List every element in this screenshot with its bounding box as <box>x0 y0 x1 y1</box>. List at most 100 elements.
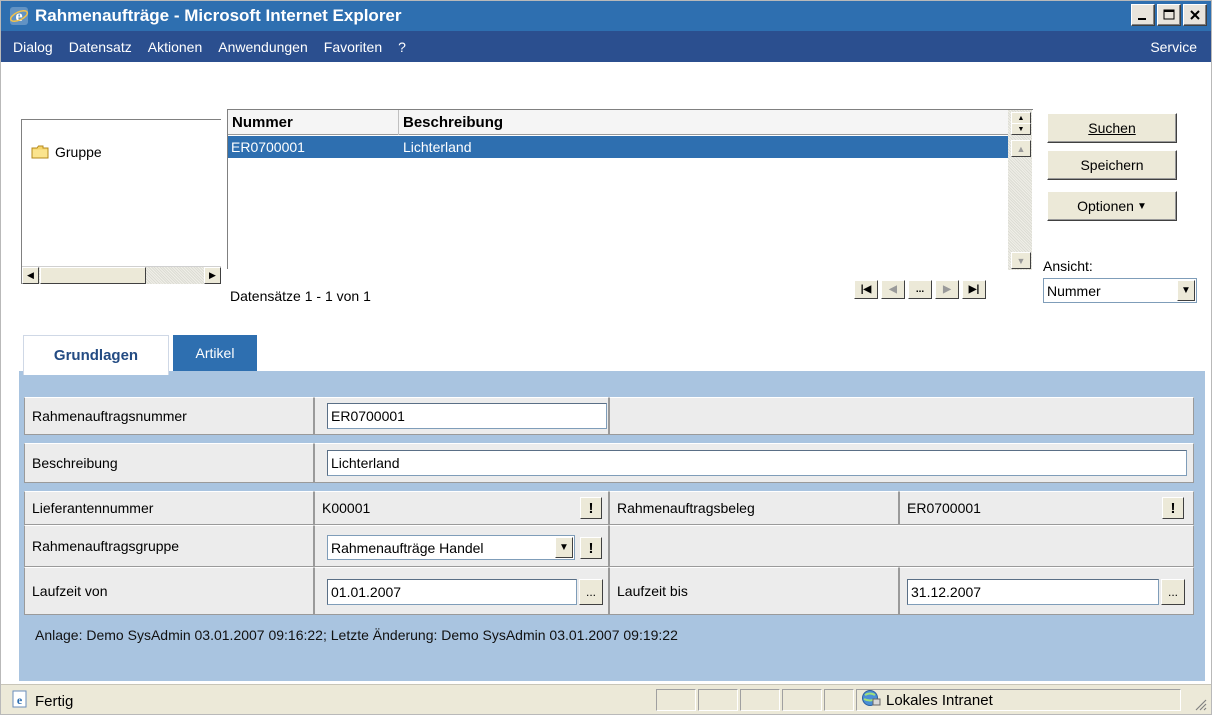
laufzeit-von-picker-button[interactable]: ... <box>579 579 603 605</box>
first-page-icon: |◀ <box>860 284 872 295</box>
scroll-up-button[interactable]: ▲ <box>1011 140 1031 157</box>
scroll-down-button[interactable]: ▼ <box>1011 252 1031 269</box>
menu-datensatz[interactable]: Datensatz <box>69 39 132 55</box>
security-zone: Lokales Intranet <box>861 689 993 711</box>
label-rahmenauftragsbeleg: Rahmenauftragsbeleg <box>609 491 899 525</box>
tree-item-label: Gruppe <box>55 144 102 160</box>
menu-anwendungen[interactable]: Anwendungen <box>218 39 308 55</box>
arrow-left-icon: ◀ <box>27 270 34 280</box>
grid-vertical-scrollbar[interactable]: ▲ ▼ ▲ ▼ <box>1008 110 1032 270</box>
scroll-left-button[interactable]: ◀ <box>22 267 39 284</box>
maximize-icon <box>1163 9 1175 20</box>
column-header-nummer[interactable]: Nummer <box>232 114 293 131</box>
column-divider <box>398 110 399 135</box>
next-page-button[interactable]: ▶ <box>935 280 959 299</box>
status-panel <box>824 689 854 711</box>
previous-page-icon: ◀ <box>889 284 897 295</box>
tree-item-gruppe[interactable]: Gruppe <box>31 144 102 160</box>
laufzeit-von-field[interactable]: 01.01.2007 <box>327 579 577 605</box>
ie-icon: e <box>9 6 29 26</box>
audit-info: Anlage: Demo SysAdmin 03.01.2007 09:16:2… <box>35 627 678 643</box>
search-button[interactable]: Suchen <box>1047 113 1177 143</box>
options-button[interactable]: Optionen ▼ <box>1047 191 1177 221</box>
lieferantennummer-value: K00001 <box>314 491 609 525</box>
lieferant-lookup-button[interactable]: ! <box>580 497 602 519</box>
status-panel <box>740 689 780 711</box>
zone-label: Lokales Intranet <box>886 691 993 709</box>
tab-artikel[interactable]: Artikel <box>173 335 257 371</box>
tab-grundlagen[interactable]: Grundlagen <box>23 335 169 375</box>
rahmenauftragsbeleg-value: ER0700001 <box>899 491 1194 525</box>
gruppe-lookup-button[interactable]: ! <box>580 537 602 559</box>
menu-aktionen[interactable]: Aktionen <box>148 39 202 55</box>
status-panel <box>782 689 822 711</box>
form-row-lieferant: Lieferantennummer K00001 Rahmenauftragsb… <box>24 491 1194 525</box>
search-button-label: Suchen <box>1088 120 1136 136</box>
menu-bar: Dialog Datensatz Aktionen Anwendungen Fa… <box>1 31 1211 62</box>
last-page-button[interactable]: ▶| <box>962 280 986 299</box>
pager: |◀ ◀ ... ▶ ▶| <box>854 280 986 299</box>
window-controls <box>1131 4 1207 26</box>
svg-text:e: e <box>17 693 23 707</box>
first-page-button[interactable]: |◀ <box>854 280 878 299</box>
menu-service[interactable]: Service <box>1150 39 1197 55</box>
ie-page-icon: e <box>11 690 29 712</box>
menu-help[interactable]: ? <box>398 39 406 55</box>
status-panel <box>698 689 738 711</box>
rahmenauftragsgruppe-select[interactable]: Rahmenaufträge Handel ▼ <box>327 535 575 560</box>
arrow-right-icon: ▶ <box>209 270 216 280</box>
page-select-button[interactable]: ... <box>908 280 932 299</box>
folder-icon <box>31 145 49 159</box>
save-button-label: Speichern <box>1080 157 1144 173</box>
grid-header: Nummer Beschreibung <box>228 110 1008 135</box>
previous-page-button[interactable]: ◀ <box>881 280 905 299</box>
rahmenauftragsgruppe-value: Rahmenaufträge Handel <box>331 539 484 556</box>
form-row-rahmenauftragsnummer: Rahmenauftragsnummer <box>24 397 1194 435</box>
results-grid: Nummer Beschreibung ER0700001 Lichterlan… <box>227 109 1033 270</box>
empty-cell <box>609 525 1194 567</box>
status-left: e Fertig <box>11 690 73 712</box>
next-page-icon: ▶ <box>943 284 951 295</box>
minimize-icon <box>1138 18 1146 20</box>
label-laufzeit-von: Laufzeit von <box>24 567 314 615</box>
menu-favoriten[interactable]: Favoriten <box>324 39 382 55</box>
cell-nummer: ER0700001 <box>231 139 305 155</box>
tree-horizontal-scrollbar[interactable]: ◀ ▶ <box>22 266 221 284</box>
label-rahmenauftragsgruppe: Rahmenauftragsgruppe <box>24 525 314 567</box>
scroll-top2-button[interactable]: ▼ <box>1011 123 1031 135</box>
label-rahmenauftragsnummer: Rahmenauftragsnummer <box>24 397 314 435</box>
close-button[interactable] <box>1183 4 1207 26</box>
column-header-beschreibung[interactable]: Beschreibung <box>403 114 503 131</box>
record-count: Datensätze 1 - 1 von 1 <box>230 288 371 304</box>
close-icon <box>1190 10 1200 20</box>
laufzeit-bis-picker-button[interactable]: ... <box>1161 579 1185 605</box>
empty-cell <box>609 397 1194 435</box>
status-text: Fertig <box>35 692 74 710</box>
window-title: Rahmenaufträge - Microsoft Internet Expl… <box>35 6 402 25</box>
form-row-gruppe: Rahmenauftragsgruppe <box>24 525 1194 567</box>
options-button-label: Optionen <box>1077 198 1134 214</box>
menu-dialog[interactable]: Dialog <box>13 39 53 55</box>
save-button[interactable]: Speichern <box>1047 150 1177 180</box>
rahmenauftragsnummer-field[interactable]: ER0700001 <box>327 403 607 429</box>
view-label: Ansicht: <box>1043 258 1093 274</box>
scroll-thumb[interactable] <box>40 267 146 284</box>
cell-beschreibung: Lichterland <box>403 139 472 155</box>
arrow-down-icon: ▼ <box>1016 255 1026 266</box>
view-select[interactable]: Nummer ▼ <box>1043 278 1197 303</box>
scroll-right-button[interactable]: ▶ <box>204 267 221 284</box>
browser-window: e Rahmenaufträge - Microsoft Internet Ex… <box>0 0 1212 715</box>
status-panel <box>656 689 696 711</box>
maximize-button[interactable] <box>1157 4 1181 26</box>
beleg-lookup-button[interactable]: ! <box>1162 497 1184 519</box>
dropdown-arrow-icon: ▼ <box>1136 200 1147 212</box>
resize-grip-icon[interactable] <box>1193 697 1207 711</box>
status-bar: e Fertig Lokales Intranet <box>1 684 1211 714</box>
table-row[interactable]: ER0700001 Lichterland <box>228 136 1008 158</box>
minimize-button[interactable] <box>1131 4 1155 26</box>
last-page-icon: ▶| <box>968 284 980 295</box>
group-tree: Gruppe ◀ ▶ <box>21 119 221 284</box>
laufzeit-bis-field[interactable]: 31.12.2007 <box>907 579 1159 605</box>
beschreibung-field[interactable]: Lichterland <box>327 450 1187 476</box>
arrow-down-icon: ▼ <box>1017 125 1025 133</box>
